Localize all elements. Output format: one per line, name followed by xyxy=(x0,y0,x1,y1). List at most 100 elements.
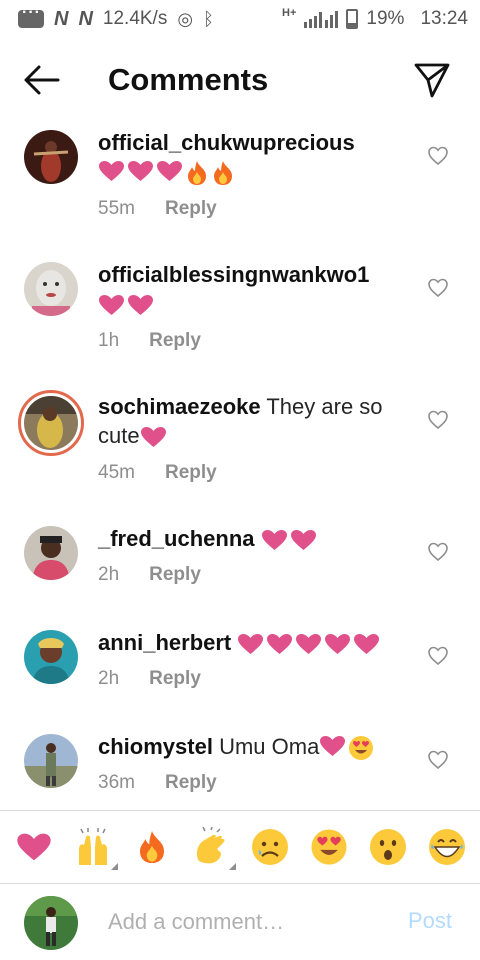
comment-meta: 45m Reply xyxy=(98,462,217,484)
grinning-face-icon xyxy=(428,829,465,865)
comment-username[interactable]: officialblessingnwankwo1 xyxy=(98,262,369,287)
emoji-button-grinning-face[interactable] xyxy=(426,826,468,868)
status-bar: N N 12.4K/s ◎ ᛒ H+ 19% 13:24 xyxy=(0,0,480,38)
comment-username[interactable]: _fred_uchenna xyxy=(98,526,255,551)
comment-text: Umu Oma xyxy=(219,734,320,759)
carrier-n-icon: N xyxy=(78,7,93,30)
avatar[interactable] xyxy=(24,734,78,788)
network-type-icon: H+ xyxy=(282,7,297,19)
comment-input[interactable] xyxy=(108,904,388,940)
avatar[interactable] xyxy=(24,630,78,684)
clock: 13:24 xyxy=(420,8,468,29)
comment-composer: Post xyxy=(0,884,480,960)
comment-item: anni_herbert 2h Reply xyxy=(0,626,480,730)
comment-body: _fred_uchenna xyxy=(98,524,408,553)
comment-meta: 55m Reply xyxy=(98,198,217,220)
emoji-button-sad-face[interactable] xyxy=(249,826,291,868)
comment-emojis xyxy=(319,735,374,761)
skin-tone-indicator xyxy=(228,863,236,870)
raised-hands-icon xyxy=(78,828,107,865)
heart-icon xyxy=(16,833,51,861)
status-right: H+ 19% 13:24 xyxy=(282,7,468,30)
avatar-image xyxy=(24,396,78,450)
comment-body: anni_herbert xyxy=(98,628,408,657)
comment-username[interactable]: anni_herbert xyxy=(98,630,231,655)
clapping-hands-icon xyxy=(196,827,224,864)
comment-time: 2h xyxy=(98,668,120,689)
emoji-button-heart-eyes[interactable] xyxy=(308,826,350,868)
heart-icon xyxy=(99,295,124,316)
battery-icon xyxy=(346,9,359,29)
heart-outline-icon[interactable] xyxy=(428,542,448,562)
comment-item: sochimaezeoke They are so cute 45m Reply xyxy=(0,390,480,520)
my-avatar xyxy=(24,896,78,950)
avatar[interactable] xyxy=(24,262,78,316)
sad-face-icon xyxy=(251,829,288,865)
reply-button[interactable]: Reply xyxy=(165,198,217,220)
avatar-with-story-ring[interactable] xyxy=(18,390,84,456)
reply-button[interactable]: Reply xyxy=(165,462,217,484)
header: Comments xyxy=(0,44,480,116)
heart-icon xyxy=(296,634,322,655)
comment-username[interactable]: sochimaezeoke xyxy=(98,394,261,419)
surprised-face-icon xyxy=(369,829,406,865)
carrier-n-icon: N xyxy=(54,7,69,30)
emoji-button-raised-hands[interactable] xyxy=(72,826,118,870)
heart-eyes-icon xyxy=(310,829,347,865)
comment-username[interactable]: chiomystel xyxy=(98,734,213,759)
heart-icon xyxy=(140,427,166,448)
avatar[interactable] xyxy=(24,130,78,184)
comment-meta: 2h Reply xyxy=(98,668,201,690)
post-button[interactable]: Post xyxy=(408,908,452,934)
battery-percent: 19% xyxy=(366,8,405,29)
heart-outline-icon[interactable] xyxy=(428,410,448,430)
heart-outline-icon[interactable] xyxy=(428,278,448,298)
comment-username[interactable]: official_chukwuprecious xyxy=(98,130,355,155)
comment-meta: 2h Reply xyxy=(98,564,201,586)
avatar[interactable] xyxy=(24,526,78,580)
heart-outline-icon[interactable] xyxy=(428,646,448,666)
emoji-button-fire[interactable] xyxy=(131,826,173,868)
heart-eyes-icon xyxy=(349,736,374,761)
signal-icon xyxy=(304,11,339,28)
reply-button[interactable]: Reply xyxy=(149,564,201,586)
back-arrow-icon[interactable] xyxy=(22,62,62,98)
emoji-button-clapping-hands[interactable] xyxy=(190,826,236,870)
reply-button[interactable]: Reply xyxy=(149,668,201,690)
comment-body: sochimaezeoke They are so cute xyxy=(98,392,408,450)
heart-icon xyxy=(157,161,182,182)
heart-icon xyxy=(99,161,124,182)
fire-icon xyxy=(214,161,232,186)
bluetooth-icon: ᛒ xyxy=(203,8,214,29)
send-direct-icon[interactable] xyxy=(412,60,452,100)
comment-item: official_chukwuprecious 55m Reply xyxy=(0,126,480,256)
comment-item: chiomystel Umu Oma 36m Reply xyxy=(0,730,480,810)
page-title: Comments xyxy=(108,62,269,97)
heart-icon xyxy=(238,634,264,655)
comment-meta: 1h Reply xyxy=(98,330,201,352)
comment-body: chiomystel Umu Oma xyxy=(98,732,408,761)
hotspot-icon: ◎ xyxy=(177,8,194,29)
comment-emojis xyxy=(98,294,154,316)
comment-time: 2h xyxy=(98,564,120,585)
heart-icon xyxy=(354,634,380,655)
message-notification-icon xyxy=(18,4,44,28)
emoji-button-surprised-face[interactable] xyxy=(367,826,409,868)
comment-emojis xyxy=(98,160,235,186)
heart-outline-icon[interactable] xyxy=(428,146,448,166)
comment-meta: 36m Reply xyxy=(98,772,217,794)
reply-button[interactable]: Reply xyxy=(165,772,217,794)
heart-icon xyxy=(320,736,346,757)
heart-icon xyxy=(267,634,293,655)
heart-outline-icon[interactable] xyxy=(428,750,448,770)
emoji-quick-bar xyxy=(0,810,480,884)
heart-icon xyxy=(128,161,153,182)
comment-item: officialblessingnwankwo1 1h Reply xyxy=(0,258,480,388)
comment-emojis xyxy=(261,529,317,551)
reply-button[interactable]: Reply xyxy=(149,330,201,352)
skin-tone-indicator xyxy=(110,863,118,870)
comment-body: official_chukwuprecious xyxy=(98,128,408,186)
network-speed: 12.4K/s xyxy=(102,8,168,29)
comment-emojis xyxy=(237,633,380,655)
emoji-button-heart[interactable] xyxy=(13,826,55,868)
